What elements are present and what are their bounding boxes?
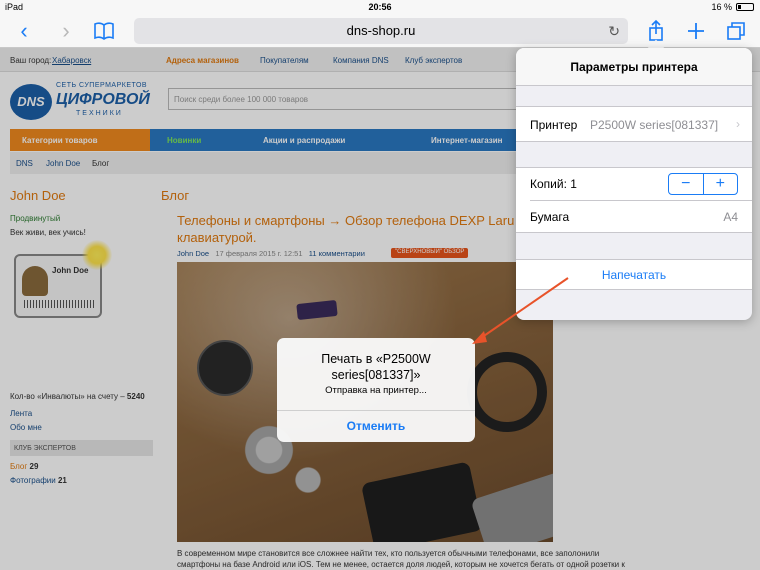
options-group: Копий: 1 − + Бумага A4 (516, 167, 752, 233)
battery-percent: 16 % (711, 2, 732, 12)
copies-increment-button[interactable]: + (704, 174, 738, 194)
bookmarks-icon[interactable] (92, 19, 116, 43)
battery-area: 16 % (711, 2, 754, 12)
back-icon[interactable]: ‹ (12, 19, 36, 43)
alert-title: Печать в «P2500W series[081337]» (321, 352, 431, 382)
print-button[interactable]: Напечатать (516, 259, 752, 290)
status-bar: iPad 20:56 16 % (0, 0, 760, 14)
copies-decrement-button[interactable]: − (669, 174, 704, 194)
url-text: dns-shop.ru (346, 23, 416, 38)
printing-alert: Печать в «P2500W series[081337]» Отправк… (277, 338, 475, 442)
cancel-button[interactable]: Отменить (277, 410, 475, 442)
printer-value: P2500W series[081337] (590, 118, 719, 132)
ipad-screen: iPad 20:56 16 % ‹ › dns-shop.ru ↻ Ваш го… (0, 0, 760, 570)
new-tab-icon[interactable] (684, 19, 708, 43)
forward-icon[interactable]: › (54, 19, 78, 43)
reload-icon[interactable]: ↻ (608, 18, 620, 44)
printer-row[interactable]: Принтер P2500W series[081337] › (516, 106, 752, 142)
browser-toolbar: ‹ › dns-shop.ru ↻ (0, 14, 760, 48)
chevron-right-icon: › (736, 117, 740, 131)
paper-value[interactable]: A4 (723, 210, 738, 224)
row-divider (530, 200, 752, 201)
battery-icon (736, 3, 754, 11)
clock: 20:56 (368, 2, 392, 12)
copies-stepper[interactable]: − + (668, 173, 738, 195)
printer-options-popover: Параметры принтера Принтер P2500W series… (516, 48, 752, 320)
alert-message: Отправка на принтер... (325, 385, 427, 396)
tabs-icon[interactable] (724, 19, 748, 43)
popover-title: Параметры принтера (516, 48, 752, 86)
printer-label: Принтер (530, 118, 578, 132)
paper-label: Бумага (530, 210, 570, 224)
address-bar[interactable]: dns-shop.ru ↻ (134, 18, 628, 44)
copies-label: Копий: 1 (530, 177, 577, 191)
